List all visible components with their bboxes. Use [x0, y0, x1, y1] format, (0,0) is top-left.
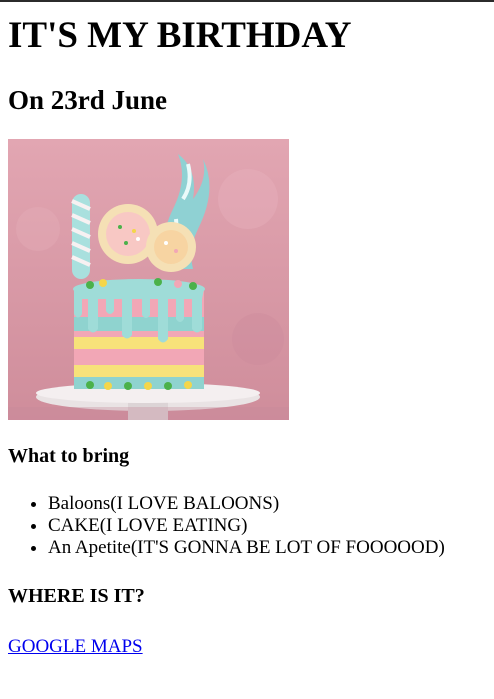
- event-date: On 23rd June: [8, 85, 168, 115]
- where-heading: WHERE IS IT?: [8, 585, 145, 607]
- page-title: IT'S MY BIRTHDAY: [8, 15, 352, 56]
- page-content: IT'S MY BIRTHDAY On 23rd June What to br…: [0, 0, 494, 658]
- list-item: CAKE(I LOVE EATING): [48, 515, 486, 537]
- bring-list: Baloons(I LOVE BALOONS) CAKE(I LOVE EATI…: [8, 493, 486, 559]
- list-item: An Apetite(IT'S GONNA BE LOT OF FOOOOOD): [48, 537, 486, 559]
- google-maps-link[interactable]: GOOGLE MAPS: [8, 636, 143, 658]
- what-to-bring-heading: What to bring: [8, 445, 130, 467]
- cake-illustration: [8, 139, 289, 420]
- top-border: [0, 0, 494, 2]
- cake-image: [8, 139, 289, 420]
- list-item: Baloons(I LOVE BALOONS): [48, 493, 486, 515]
